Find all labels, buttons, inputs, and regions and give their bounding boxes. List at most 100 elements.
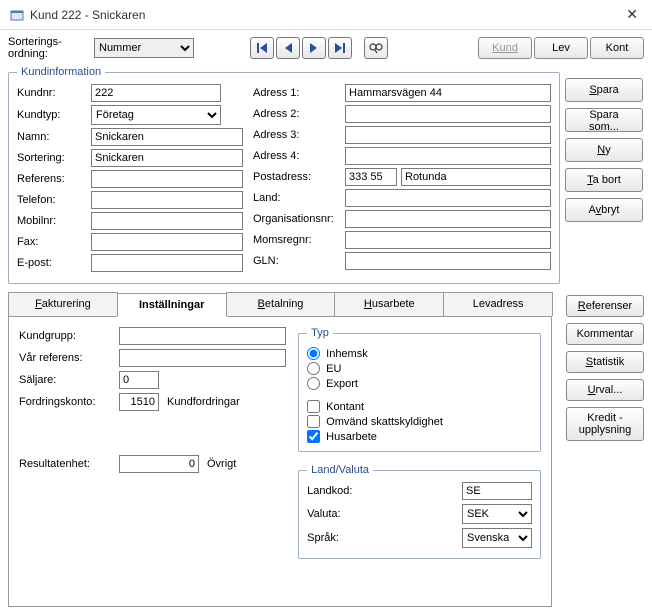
sort-label: Sorterings-ordning: [8,36,88,60]
varreferens-label: Vår referens: [19,352,115,364]
telefon-label: Telefon: [17,194,87,206]
check-husarbete[interactable]: Husarbete [307,430,532,443]
avbryt-button[interactable]: Avbryt [565,198,643,222]
kundtyp-label: Kundtyp: [17,109,87,121]
mobilnr-label: Mobilnr: [17,215,87,227]
namn-label: Namn: [17,131,87,143]
sortering-label: Sortering: [17,152,87,164]
momsregnr-label: Momsregnr: [253,234,341,246]
tab-installningar[interactable]: Inställningar [117,293,227,317]
kundinformation-group: Kundinformation Kundnr: Kundtyp:Företag … [8,66,560,284]
check-omvand[interactable]: Omvänd skattskyldighet [307,415,532,428]
epost-label: E-post: [17,257,87,269]
saljare-input[interactable] [119,371,159,389]
kundgrupp-label: Kundgrupp: [19,330,115,342]
referens-label: Referens: [17,173,87,185]
momsregnr-input[interactable] [345,231,551,249]
nav-next-icon[interactable] [302,37,326,59]
nav-last-icon[interactable] [328,37,352,59]
post-zip-input[interactable] [345,168,397,186]
tab-panel-installningar: Kundgrupp: Vår referens: Säljare: Fordri… [8,317,552,607]
tab-betalning[interactable]: Betalning [226,292,336,316]
sprak-label: Språk: [307,532,367,544]
check-kontant[interactable]: Kontant [307,400,532,413]
epost-input[interactable] [91,254,243,272]
urval-button[interactable]: Urval... [566,379,644,401]
titlebar: Kund 222 - Snickaren ✕ [0,0,652,30]
kundnr-input[interactable] [91,84,221,102]
typ-legend: Typ [307,327,333,339]
namn-input[interactable] [91,128,243,146]
nav-prev-icon[interactable] [276,37,300,59]
tabort-button[interactable]: Ta bort [565,168,643,192]
radio-inhemsk[interactable]: Inhemsk [307,347,532,360]
window-title: Kund 222 - Snickaren [30,8,145,22]
sprak-select[interactable]: Svenska [462,528,532,548]
resultatenhet-code-input[interactable] [119,455,199,473]
top-row: Sorterings-ordning: Nummer Kund Lev Kont [8,36,644,60]
kommentar-button[interactable]: Kommentar [566,323,644,345]
landkod-input[interactable] [462,482,532,500]
fordringskonto-name: Kundfordringar [167,396,240,408]
statistik-button[interactable]: Statistik [566,351,644,373]
adress4-input[interactable] [345,147,551,165]
nav-first-icon[interactable] [250,37,274,59]
fordringskonto-label: Fordringskonto: [19,396,115,408]
orgnr-input[interactable] [345,210,551,228]
kundnr-label: Kundnr: [17,87,87,99]
lev-button[interactable]: Lev [534,37,588,59]
adress1-label: Adress 1: [253,87,341,99]
adress2-label: Adress 2: [253,108,341,120]
kund-button[interactable]: Kund [478,37,532,59]
sortering-input[interactable] [91,149,243,167]
kundgrupp-input[interactable] [119,327,286,345]
saljare-label: Säljare: [19,374,115,386]
radio-export[interactable]: Export [307,377,532,390]
tab-levadress[interactable]: Levadress [443,292,553,316]
fordringskonto-code-input[interactable] [119,393,159,411]
typ-group: Typ Inhemsk EU Export Kontant Omvänd ska… [298,327,541,452]
telefon-input[interactable] [91,191,243,209]
land-input[interactable] [345,189,551,207]
kredit-button[interactable]: Kredit -upplysning [566,407,644,441]
kont-button[interactable]: Kont [590,37,644,59]
spara-button[interactable]: Spara [565,78,643,102]
landkod-label: Landkod: [307,485,367,497]
land-label: Land: [253,192,341,204]
mobilnr-input[interactable] [91,212,243,230]
gln-label: GLN: [253,255,341,267]
tabbar: Fakturering Inställningar Betalning Husa… [8,292,552,317]
resultatenhet-label: Resultatenhet: [19,458,115,470]
find-icon[interactable] [364,37,388,59]
app-icon [10,8,24,22]
fax-label: Fax: [17,236,87,248]
tab-husarbete[interactable]: Husarbete [334,292,444,316]
adress3-input[interactable] [345,126,551,144]
referenser-button[interactable]: Referenser [566,295,644,317]
post-city-input[interactable] [401,168,551,186]
referens-input[interactable] [91,170,243,188]
adress1-input[interactable] [345,84,551,102]
kundinformation-legend: Kundinformation [17,66,105,78]
gln-input[interactable] [345,252,551,270]
orgnr-label: Organisationsnr: [253,213,341,225]
adress2-input[interactable] [345,105,551,123]
nav-buttons [250,37,352,59]
landvaluta-group: Land/Valuta Landkod: Valuta: SEK Språk: Sv… [298,464,541,559]
postadress-label: Postadress: [253,171,341,183]
valuta-select[interactable]: SEK [462,504,532,524]
valuta-label: Valuta: [307,508,367,520]
fax-input[interactable] [91,233,243,251]
ny-button[interactable]: Ny [565,138,643,162]
close-icon[interactable]: ✕ [622,6,642,23]
sparasom-button[interactable]: Spara som... [565,108,643,132]
adress4-label: Adress 4: [253,150,341,162]
radio-eu[interactable]: EU [307,362,532,375]
tab-fakturering[interactable]: Fakturering [8,292,118,316]
sort-select[interactable]: Nummer [94,38,194,58]
resultatenhet-name: Övrigt [207,458,236,470]
kundtyp-select[interactable]: Företag [91,105,221,125]
landvaluta-legend: Land/Valuta [307,464,373,476]
adress3-label: Adress 3: [253,129,341,141]
varreferens-input[interactable] [119,349,286,367]
